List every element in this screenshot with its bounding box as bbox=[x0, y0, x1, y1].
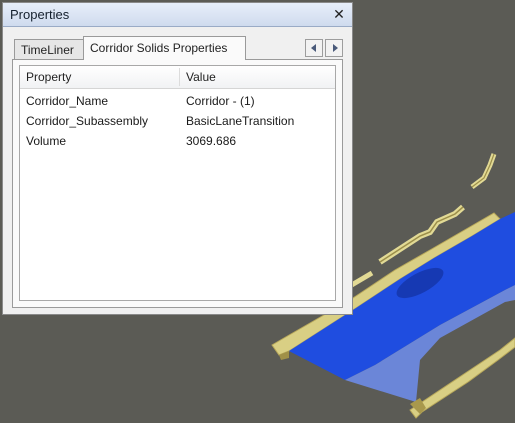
table-row[interactable]: Volume 3069.686 bbox=[20, 131, 335, 151]
properties-panel: Properties ✕ TimeLiner Corridor Solids P… bbox=[2, 2, 353, 315]
triangle-left-icon bbox=[311, 44, 316, 52]
property-grid: Property Value Corridor_Name Corridor - … bbox=[19, 65, 336, 301]
property-value: Corridor - (1) bbox=[186, 94, 255, 108]
column-header-value[interactable]: Value bbox=[186, 70, 216, 84]
property-value: BasicLaneTransition bbox=[186, 114, 295, 128]
panel-titlebar[interactable]: Properties ✕ bbox=[3, 3, 352, 27]
tab-timeliner[interactable]: TimeLiner bbox=[14, 39, 84, 59]
tab-strip: TimeLiner Corridor Solids Properties bbox=[3, 27, 352, 61]
column-header-property[interactable]: Property bbox=[26, 70, 71, 84]
table-row[interactable]: Corridor_Subassembly BasicLaneTransition bbox=[20, 111, 335, 131]
tab-content: Property Value Corridor_Name Corridor - … bbox=[12, 59, 343, 308]
grid-header: Property Value bbox=[20, 66, 335, 89]
table-row[interactable]: Corridor_Name Corridor - (1) bbox=[20, 91, 335, 111]
scroll-left-button[interactable] bbox=[305, 39, 323, 57]
property-name: Volume bbox=[26, 134, 67, 148]
property-name: Corridor_Subassembly bbox=[26, 114, 149, 128]
close-icon[interactable]: ✕ bbox=[331, 5, 347, 23]
property-name: Corridor_Name bbox=[26, 94, 109, 108]
panel-title: Properties bbox=[10, 7, 70, 22]
scroll-right-button[interactable] bbox=[325, 39, 343, 57]
column-divider[interactable] bbox=[179, 68, 180, 86]
property-value: 3069.686 bbox=[186, 134, 237, 148]
triangle-right-icon bbox=[333, 44, 338, 52]
tab-corridor-solids-properties[interactable]: Corridor Solids Properties bbox=[83, 36, 246, 60]
